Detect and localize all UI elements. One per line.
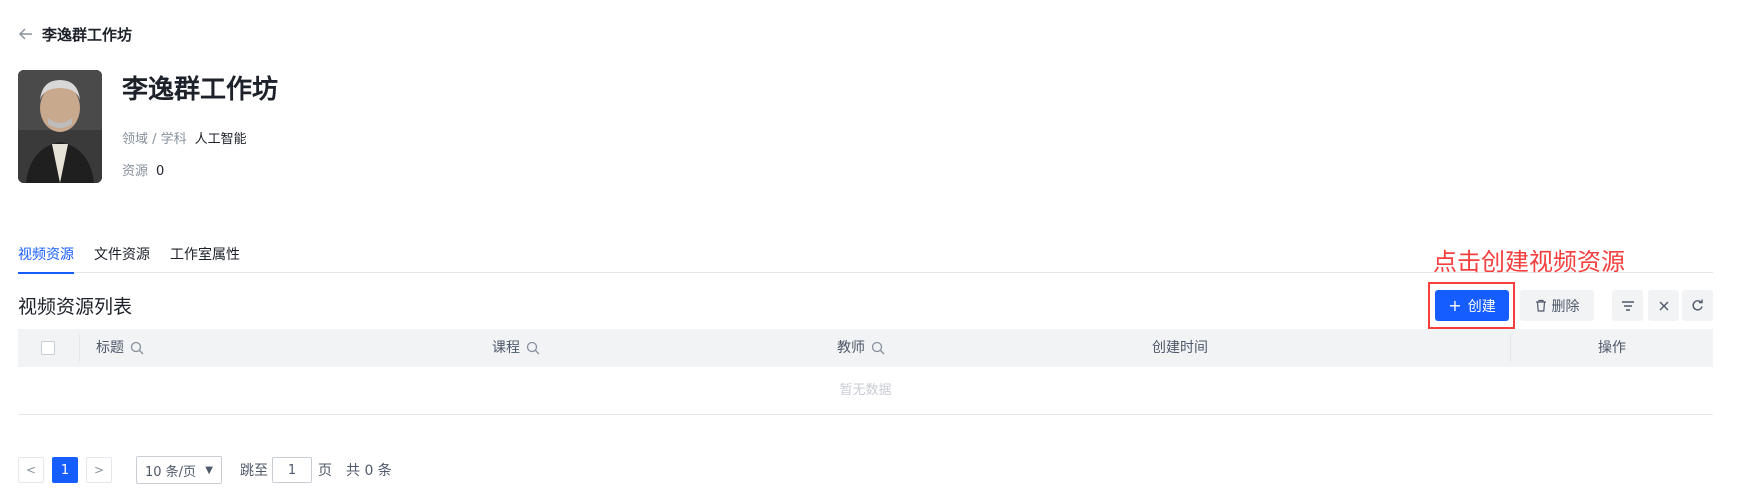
- column-created-time: 创建时间: [1152, 329, 1208, 367]
- tab-file-resources[interactable]: 文件资源: [94, 243, 150, 273]
- page-unit: 页: [318, 463, 332, 479]
- refresh-icon: [1691, 299, 1704, 312]
- jump-page-input[interactable]: [272, 457, 312, 483]
- trash-icon: [1535, 299, 1547, 312]
- column-divider: [79, 334, 80, 362]
- caret-down-icon: ▼: [205, 464, 213, 476]
- annotation-text: 点击创建视频资源: [1433, 248, 1625, 276]
- refresh-button[interactable]: [1682, 290, 1713, 321]
- column-title: 标题: [96, 329, 144, 367]
- create-button[interactable]: + 创建: [1435, 290, 1509, 321]
- tab-video-resources[interactable]: 视频资源: [18, 243, 74, 274]
- back-arrow-icon[interactable]: [18, 26, 34, 42]
- field-row: 领域 / 学科 人工智能: [122, 128, 247, 147]
- table-header: 标题 课程 教师 创建时间 操作: [18, 329, 1713, 367]
- page-size-value: 10 条/页: [145, 464, 197, 480]
- column-divider: [1510, 334, 1511, 362]
- avatar: [18, 70, 102, 183]
- column-teacher: 教师: [837, 329, 885, 367]
- select-all-checkbox[interactable]: [41, 341, 55, 355]
- column-course: 课程: [492, 329, 540, 367]
- search-icon[interactable]: [526, 341, 540, 355]
- jump-label: 跳至: [240, 463, 268, 479]
- delete-label: 删除: [1551, 298, 1580, 315]
- list-title: 视频资源列表: [18, 296, 133, 318]
- profile-name: 李逸群工作坊: [122, 75, 279, 105]
- resource-row: 资源 0: [122, 160, 164, 179]
- table-empty: 暂无数据: [18, 367, 1713, 415]
- tab-studio-properties[interactable]: 工作室属性: [170, 243, 240, 273]
- delete-button[interactable]: 删除: [1520, 290, 1594, 321]
- total-count: 共 0 条: [346, 463, 392, 479]
- column-course-label: 课程: [492, 340, 520, 356]
- close-icon: [1658, 300, 1670, 312]
- prev-page-button[interactable]: <: [18, 457, 44, 483]
- column-teacher-label: 教师: [837, 340, 865, 356]
- column-created-time-label: 创建时间: [1152, 340, 1208, 356]
- column-actions: 操作: [1598, 329, 1626, 367]
- chevron-left-icon: <: [25, 463, 37, 477]
- column-actions-label: 操作: [1598, 340, 1626, 356]
- page-number[interactable]: 1: [52, 457, 78, 483]
- back-link[interactable]: 李逸群工作坊: [18, 24, 132, 44]
- next-page-button[interactable]: >: [86, 457, 112, 483]
- field-label: 领域 / 学科: [122, 132, 187, 147]
- resource-count: 0: [156, 164, 165, 179]
- filter-button[interactable]: [1612, 290, 1643, 321]
- filter-icon: [1621, 300, 1635, 312]
- field-value: 人工智能: [194, 132, 247, 147]
- clear-button[interactable]: [1648, 290, 1679, 321]
- create-label: 创建: [1467, 298, 1496, 315]
- page-size-select[interactable]: 10 条/页 ▼: [136, 456, 222, 484]
- search-icon[interactable]: [130, 341, 144, 355]
- back-title[interactable]: 李逸群工作坊: [42, 24, 132, 45]
- search-icon[interactable]: [871, 341, 885, 355]
- chevron-right-icon: >: [93, 463, 105, 477]
- resource-label: 资源: [122, 164, 149, 179]
- profile-info: 李逸群工作坊: [122, 72, 278, 108]
- plus-icon: +: [1448, 296, 1462, 315]
- pagination: < 1 > 10 条/页 ▼ 跳至 页 共 0 条: [18, 456, 392, 484]
- column-title-label: 标题: [96, 340, 124, 356]
